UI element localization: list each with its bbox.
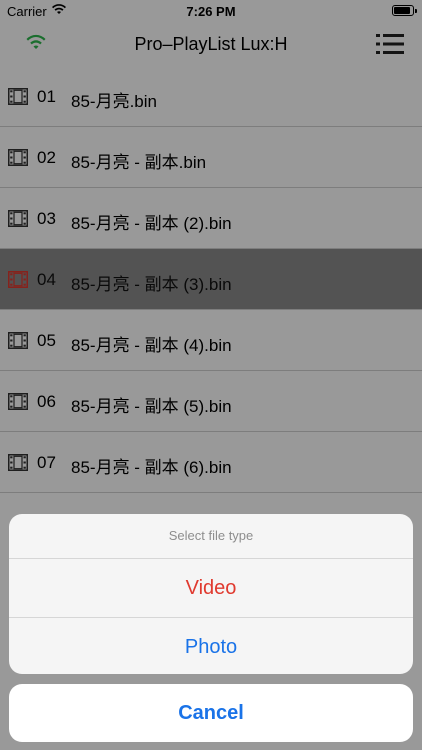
action-sheet: Select file type Video Photo xyxy=(9,514,413,674)
video-option-button[interactable]: Video xyxy=(9,559,413,618)
cancel-button[interactable]: Cancel xyxy=(9,684,413,742)
photo-option-button[interactable]: Photo xyxy=(9,618,413,674)
action-sheet-title: Select file type xyxy=(9,514,413,559)
